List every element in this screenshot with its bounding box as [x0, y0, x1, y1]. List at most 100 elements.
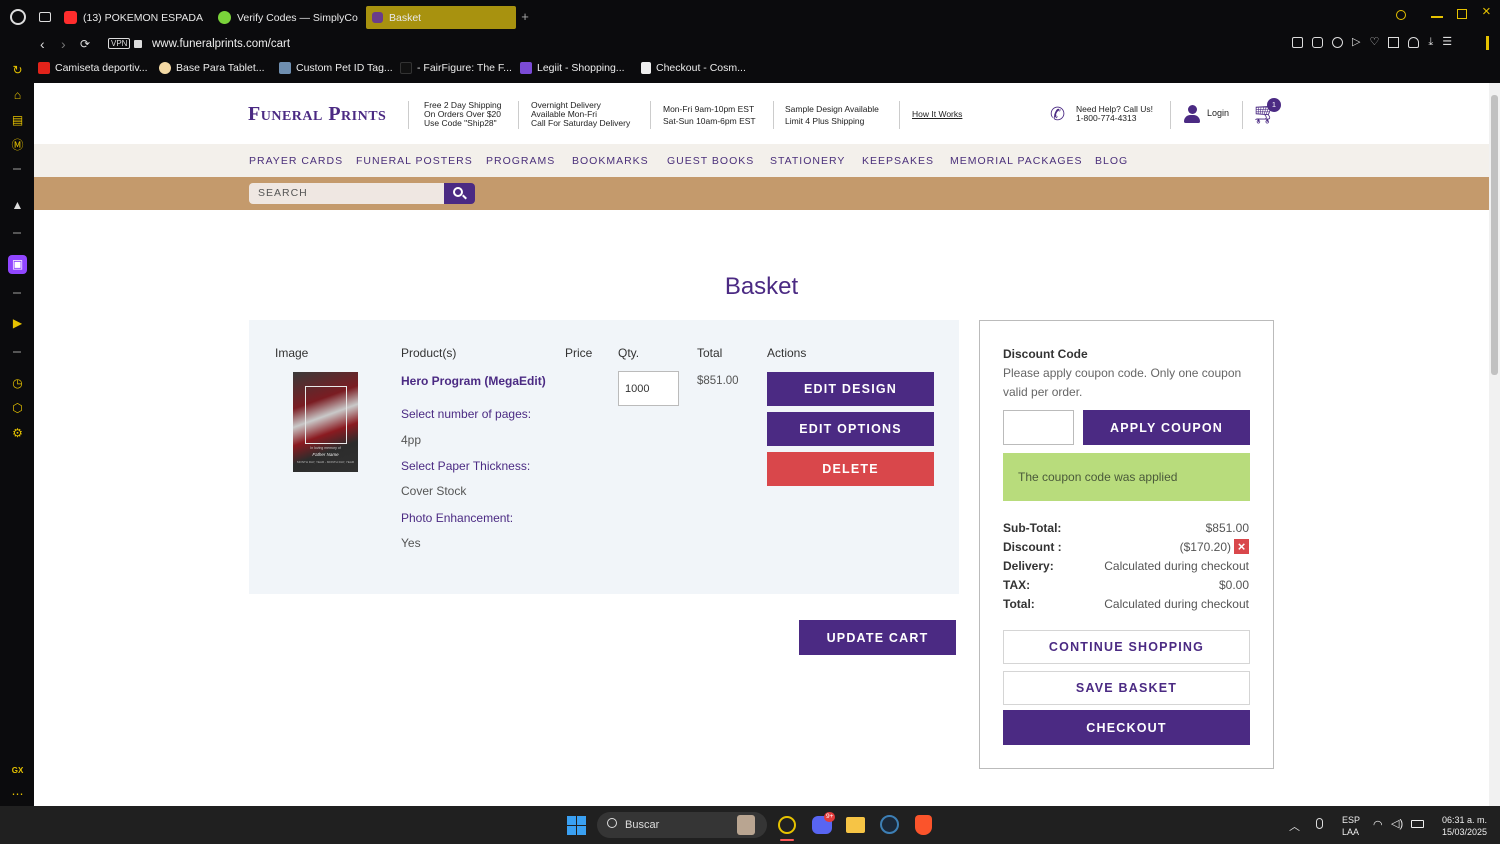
taskbar-search[interactable]: Buscar [597, 812, 767, 838]
tab-simplycodes[interactable]: Verify Codes — SimplyCod [218, 6, 358, 29]
thumbnail-frame [305, 386, 347, 444]
mail-icon[interactable]: Ⓜ [10, 138, 25, 153]
camera-icon[interactable] [1312, 37, 1323, 48]
brave-icon[interactable] [915, 815, 932, 835]
more-icon[interactable]: ⋯ [10, 787, 25, 802]
nav-programs[interactable]: PROGRAMS [486, 155, 555, 167]
coupon-input[interactable] [1003, 410, 1074, 445]
tax-value: $0.00 [1218, 578, 1249, 592]
forward-icon[interactable]: › [61, 36, 66, 52]
col-total: Total [697, 346, 723, 360]
vpn-badge[interactable]: VPN [108, 38, 131, 49]
delete-button[interactable]: DELETE [767, 452, 934, 486]
nav-guest-books[interactable]: GUEST BOOKS [667, 155, 754, 167]
opera-sidebar: ↻ ⌂ ▤ Ⓜ ▲ ▣ ▶ ◷ ⬡ ⚙ GX ⋯ [0, 34, 34, 806]
nav-prayer-cards[interactable]: PRAYER CARDS [249, 155, 343, 167]
nav-bookmarks[interactable]: BOOKMARKS [572, 155, 649, 167]
restore-icon[interactable] [1457, 9, 1467, 19]
snapshot-icon[interactable] [1292, 37, 1303, 48]
nav-funeral-posters[interactable]: FUNERAL POSTERS [356, 155, 473, 167]
shop-icon[interactable]: ⌂ [10, 88, 25, 103]
product-name[interactable]: Hero Program (MegaEdit) [401, 374, 546, 388]
arc-icon[interactable]: ▲ [10, 198, 25, 213]
bookmark-item[interactable]: Base Para Tablet... [159, 62, 265, 74]
total-value: Calculated during checkout [1104, 597, 1249, 611]
language-indicator[interactable]: ESP LAA [1342, 814, 1360, 838]
image-icon [279, 62, 291, 74]
start-pane [567, 826, 576, 835]
back-icon[interactable]: ‹ [40, 36, 45, 52]
microphone-icon[interactable] [1316, 818, 1323, 829]
clock[interactable]: 06:31 a. m. 15/03/2025 [1432, 814, 1487, 838]
header-divider [650, 101, 651, 129]
history-arrow-icon[interactable]: ↻ [10, 63, 25, 78]
delivery-info: Overnight Delivery Available Mon-Fri Call … [531, 100, 631, 128]
settings-icon[interactable]: ⚙ [10, 426, 25, 441]
reload-icon[interactable]: ⟳ [80, 37, 90, 51]
bookmark-item[interactable]: Custom Pet ID Tag... [279, 62, 393, 74]
save-basket-button[interactable]: SAVE BASKET [1003, 671, 1250, 705]
bookmark-item[interactable]: - FairFigure: The F... [400, 62, 512, 74]
nav-memorial-packages[interactable]: MEMORIAL PACKAGES [950, 155, 1083, 167]
tray-chevron-icon[interactable]: ︿ [1289, 818, 1300, 834]
extension-icons[interactable]: ▷ ♡ ⤓ ☰ [1292, 37, 1482, 51]
tax-label: TAX: [1003, 578, 1031, 592]
search-input[interactable]: SEARCH [249, 183, 445, 204]
steam-icon[interactable] [880, 815, 899, 834]
active-indicator [780, 839, 794, 841]
nav-stationery[interactable]: STATIONERY [770, 155, 845, 167]
cube-icon[interactable] [1388, 37, 1400, 48]
tab-basket[interactable]: Basket [366, 6, 516, 29]
update-cart-button[interactable]: UPDATE CART [799, 620, 956, 655]
search-tabs-icon[interactable] [1396, 10, 1406, 20]
search-button[interactable] [444, 183, 475, 204]
login-link[interactable]: Login [1207, 108, 1229, 118]
apply-coupon-button[interactable]: APPLY COUPON [1083, 410, 1250, 445]
wifi-icon[interactable]: ◠ [1373, 818, 1383, 831]
remove-discount-icon[interactable]: × [1234, 539, 1249, 554]
block-icon[interactable] [1332, 37, 1343, 48]
battery-icon[interactable] [1411, 820, 1424, 828]
player-icon[interactable]: ▶ [10, 316, 25, 331]
page-scrollbar[interactable] [1489, 83, 1500, 806]
file-explorer-icon[interactable] [846, 817, 865, 833]
start-pane [577, 826, 586, 835]
site-logo[interactable]: Funeral Prints [248, 103, 386, 126]
how-it-works-link[interactable]: How It Works [912, 109, 962, 119]
checkout-button[interactable]: CHECKOUT [1003, 710, 1250, 745]
wallet-icon[interactable]: ▤ [10, 113, 25, 128]
product-thumbnail[interactable]: In loving memory of Father Name MONTH DA… [293, 372, 358, 472]
bookmark-item[interactable]: Legiit - Shopping... [520, 62, 625, 74]
download-icon[interactable]: ⤓ [1428, 37, 1433, 51]
scroll-thumb[interactable] [1491, 95, 1498, 375]
windows-start-icon[interactable] [567, 816, 586, 835]
quantity-input[interactable]: 1000 [618, 371, 679, 406]
tab-youtube[interactable]: (13) POKEMON ESPADA y [64, 6, 204, 29]
new-tab-button[interactable]: + [519, 10, 531, 23]
edit-design-button[interactable]: EDIT DESIGN [767, 372, 934, 406]
minimize-icon[interactable] [1431, 16, 1443, 18]
profile-icon[interactable] [1408, 37, 1420, 48]
edit-options-button[interactable]: EDIT OPTIONS [767, 412, 934, 446]
bookmark-item[interactable]: Checkout - Cosm... [641, 62, 746, 74]
opera-gx-taskbar-icon[interactable] [778, 816, 796, 834]
volume-icon[interactable]: ◁) [1391, 817, 1403, 830]
menu-icon[interactable]: ☰ [1442, 37, 1452, 51]
clock-icon[interactable]: ◷ [10, 376, 25, 391]
play-icon[interactable]: ▷ [1352, 37, 1360, 51]
twitch-icon[interactable]: ▣ [8, 255, 27, 274]
continue-shopping-button[interactable]: CONTINUE SHOPPING [1003, 630, 1250, 664]
opera-logo-icon[interactable] [10, 9, 26, 25]
url-field[interactable]: www.funeralprints.com/cart [152, 38, 290, 50]
cube-icon[interactable]: ⬡ [10, 401, 25, 416]
user-icon[interactable] [1184, 105, 1200, 124]
bookmark-item[interactable]: Camiseta deportiv... [38, 62, 148, 74]
tab-island-icon[interactable] [39, 12, 51, 22]
gx-icon[interactable]: GX [10, 763, 25, 778]
close-window-icon[interactable]: × [1482, 4, 1496, 19]
nav-blog[interactable]: BLOG [1095, 155, 1128, 167]
nav-keepsakes[interactable]: KEEPSAKES [862, 155, 934, 167]
help-contact[interactable]: Need Help? Call Us! 1-800-774-4313 [1076, 105, 1153, 123]
subtotal-label: Sub-Total: [1003, 521, 1062, 535]
heart-icon[interactable]: ♡ [1369, 37, 1379, 51]
